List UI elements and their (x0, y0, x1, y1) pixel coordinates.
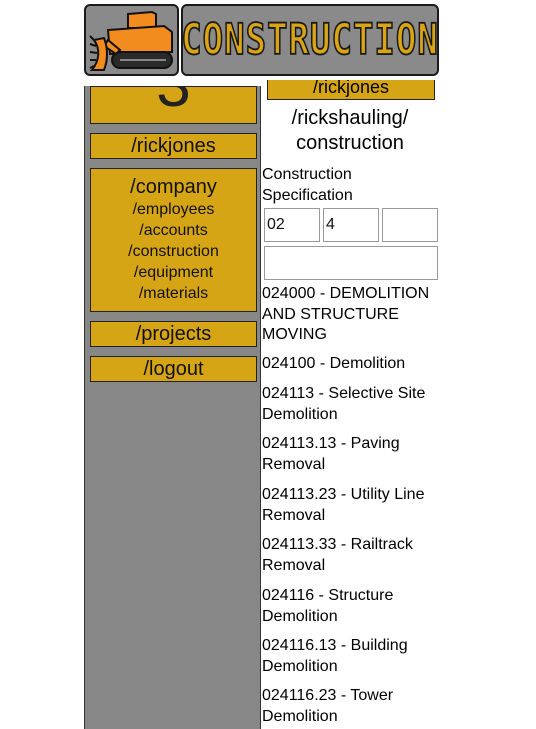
site-title: /rickshauling/ construction (291, 107, 409, 154)
company-menu: /company /employees /accounts /construct… (90, 168, 257, 312)
sidebar-item-logout[interactable]: /logout (90, 356, 257, 382)
bulldozer-icon (89, 10, 173, 71)
profile-digit: 3 (91, 87, 256, 117)
section-input[interactable] (323, 208, 379, 242)
sidebar-item-accounts[interactable]: /accounts (91, 220, 256, 241)
sidebar-item-projects[interactable]: /projects (90, 321, 257, 347)
logout-link[interactable]: /logout (91, 357, 256, 381)
sidebar-item-user[interactable]: /rickjones (90, 133, 257, 159)
spec-entry[interactable]: 024116 - Structure Demolition (262, 586, 438, 627)
sidebar: 3 /rickjones /company /employees /accoun… (84, 86, 261, 729)
projects-link[interactable]: /projects (91, 322, 256, 346)
logo[interactable] (84, 4, 179, 76)
spec-entry[interactable]: 024116.13 - Building Demolition (262, 636, 438, 677)
spec-entry[interactable]: 024113.23 - Utility Line Removal (262, 485, 438, 526)
spec-entry[interactable]: 024000 - DEMOLITION AND STRUCTURE MOVING (262, 284, 438, 346)
profile-badge[interactable]: 3 (90, 86, 257, 124)
subsection-input[interactable] (382, 208, 438, 242)
user-tab[interactable]: /rickjones (267, 80, 435, 100)
sidebar-item-equipment[interactable]: /equipment (91, 262, 256, 283)
spec-entry[interactable]: 024113.33 - Railtrack Removal (262, 535, 438, 576)
sidebar-item-construction[interactable]: /construction (91, 241, 256, 262)
search-input[interactable] (264, 246, 438, 280)
spec-entry[interactable]: 024113 - Selective Site Demolition (262, 384, 438, 425)
division-input[interactable] (264, 208, 320, 242)
spec-label: Construction Specification (262, 166, 353, 204)
brand-title: CONSTRUCTION (180, 14, 439, 66)
user-link[interactable]: /rickjones (91, 134, 256, 158)
sidebar-item-materials[interactable]: /materials (91, 283, 256, 304)
user-tab-label: /rickjones (312, 80, 390, 97)
brand-title-banner: CONSTRUCTION (180, 4, 439, 76)
spec-entry[interactable]: 024116.23 - Tower Demolition (262, 686, 438, 727)
spec-entry[interactable]: 024100 - Demolition (262, 354, 438, 375)
company-link[interactable]: /company (91, 175, 256, 199)
sidebar-item-employees[interactable]: /employees (91, 199, 256, 220)
spec-entry[interactable]: 024113.13 - Paving Removal (262, 434, 438, 475)
